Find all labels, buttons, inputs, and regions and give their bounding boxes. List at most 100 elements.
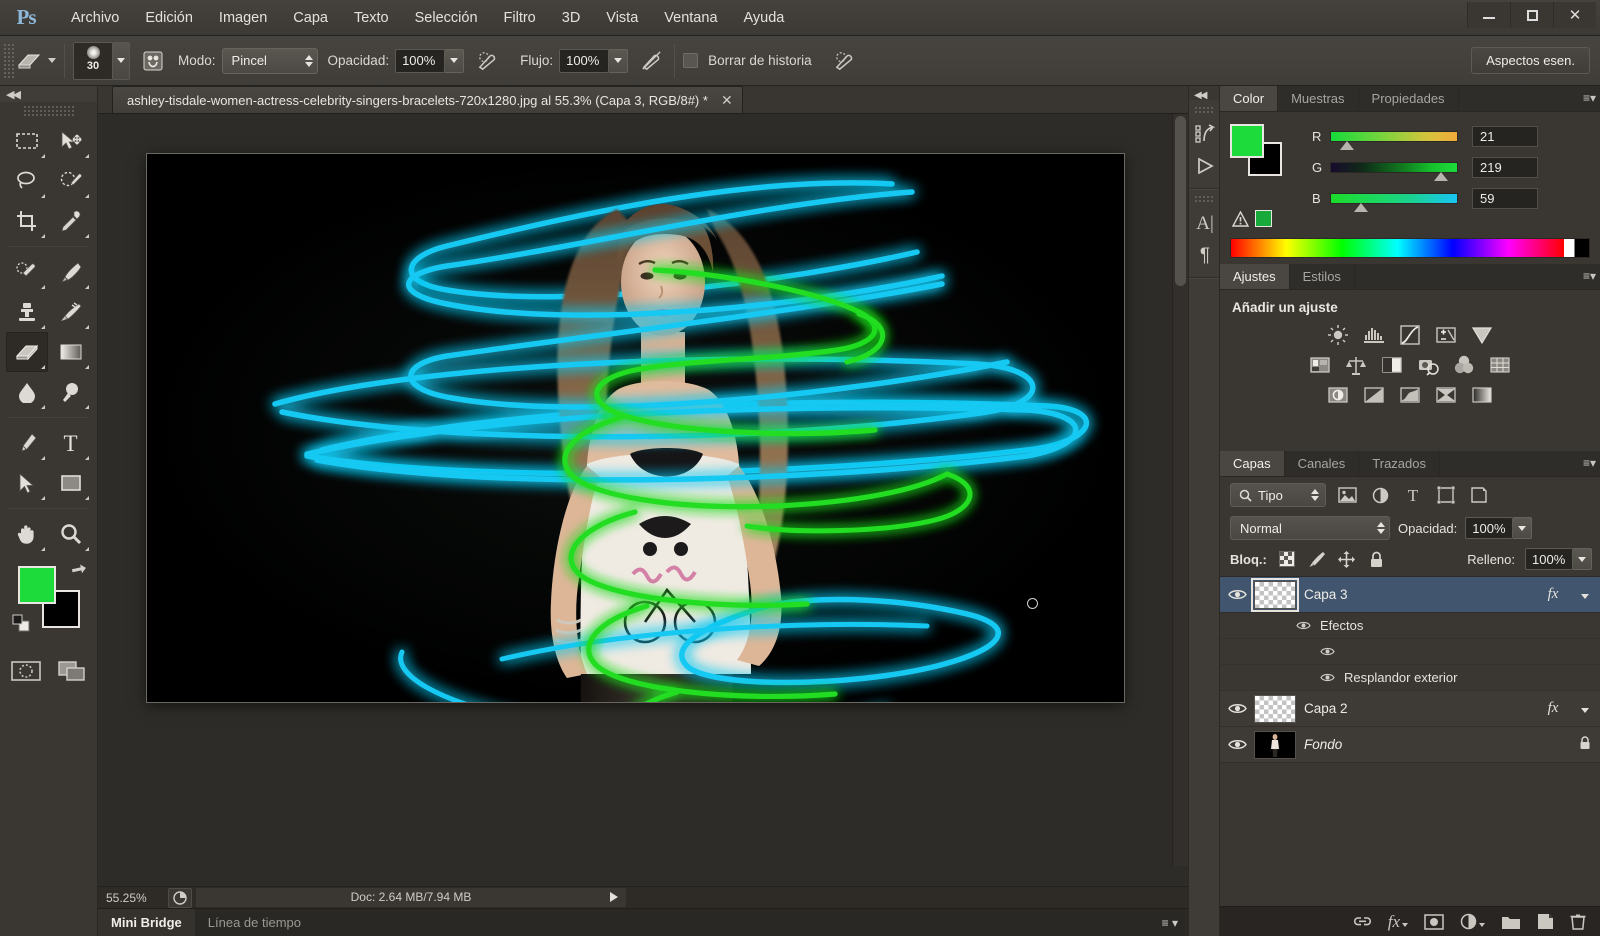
tools-collapse-header[interactable]: ◀◀ xyxy=(0,86,97,102)
quick-mask-icon[interactable] xyxy=(10,660,41,685)
gradient-map-icon[interactable] xyxy=(1469,383,1495,407)
brush-panel-icon[interactable] xyxy=(138,47,168,75)
threshold-icon[interactable] xyxy=(1397,383,1423,407)
dodge-tool[interactable] xyxy=(50,372,92,412)
tablet-pressure-icon[interactable] xyxy=(830,47,860,75)
channel-value-r[interactable]: 21 xyxy=(1472,126,1538,147)
maximize-button[interactable] xyxy=(1510,2,1553,28)
filter-pixel-icon[interactable] xyxy=(1335,484,1359,506)
eraser-icon[interactable] xyxy=(14,47,44,75)
brush-size-picker[interactable]: 30 xyxy=(73,41,130,80)
list-item[interactable] xyxy=(1220,639,1600,665)
opacity-control[interactable]: 100% xyxy=(395,48,465,73)
status-expand-icon[interactable] xyxy=(610,892,618,902)
tab-capas[interactable]: Capas xyxy=(1220,451,1285,476)
pen-tool[interactable] xyxy=(6,423,48,463)
quick-selection-tool[interactable] xyxy=(50,161,92,201)
invert-icon[interactable] xyxy=(1325,383,1351,407)
layer-expand-icon[interactable] xyxy=(1570,701,1600,716)
layer-name[interactable]: Capa 3 xyxy=(1304,587,1536,602)
tab-propiedades[interactable]: Propiedades xyxy=(1359,86,1459,111)
hand-tool[interactable] xyxy=(6,514,48,554)
tab-linea-de-tiempo[interactable]: Línea de tiempo xyxy=(195,909,314,936)
canvas-viewport[interactable] xyxy=(98,114,1172,866)
eraser-preset-arrow[interactable] xyxy=(48,58,56,63)
lasso-tool[interactable] xyxy=(6,161,48,201)
channel-slider-r[interactable] xyxy=(1330,131,1458,150)
pressure-opacity-icon[interactable] xyxy=(472,47,502,75)
menu-filtro[interactable]: Filtro xyxy=(491,5,549,31)
spot-healing-brush-tool[interactable] xyxy=(6,252,48,292)
zoom-tool[interactable] xyxy=(50,514,92,554)
tab-estilos[interactable]: Estilos xyxy=(1290,264,1355,289)
workspace-button[interactable]: Aspectos esen. xyxy=(1471,47,1590,74)
menu-vista[interactable]: Vista xyxy=(593,5,651,31)
channel-slider-b[interactable] xyxy=(1330,193,1458,212)
history-icon[interactable] xyxy=(1189,118,1221,150)
type-tool[interactable]: T xyxy=(50,423,92,463)
fill-value[interactable]: 100% xyxy=(1525,548,1573,570)
layer-expand-icon[interactable] xyxy=(1570,587,1600,602)
lock-image-icon[interactable] xyxy=(1307,549,1327,569)
menu-imagen[interactable]: Imagen xyxy=(206,5,280,31)
foreground-color-swatch[interactable] xyxy=(18,566,56,604)
rectangular-marquee-tool[interactable] xyxy=(6,121,48,161)
flow-control[interactable]: 100% xyxy=(559,48,629,73)
menu-texto[interactable]: Texto xyxy=(341,5,402,31)
menu-capa[interactable]: Capa xyxy=(280,5,341,31)
delete-layer-icon[interactable] xyxy=(1570,913,1586,930)
image-canvas[interactable] xyxy=(146,154,1124,702)
layer-style-fx-icon[interactable]: fx xyxy=(1388,912,1408,932)
layer-opacity-value[interactable]: 100% xyxy=(1465,517,1514,539)
new-group-icon[interactable] xyxy=(1501,914,1521,930)
layer-opacity-dropdown-icon[interactable] xyxy=(1513,517,1533,539)
tab-mini-bridge[interactable]: Mini Bridge xyxy=(98,908,195,936)
layer-style-fx-icon[interactable]: fx xyxy=(1536,700,1570,717)
paragraph-icon[interactable]: ¶ xyxy=(1189,239,1221,271)
filter-type-icon[interactable]: T xyxy=(1401,484,1425,506)
tab-muestras[interactable]: Muestras xyxy=(1278,86,1359,111)
tab-color[interactable]: Color xyxy=(1220,86,1279,111)
document-tab[interactable]: ashley-tisdale-women-actress-celebrity-s… xyxy=(112,86,743,113)
menu-archivo[interactable]: Archivo xyxy=(58,5,132,31)
opacity-dropdown-icon[interactable] xyxy=(445,48,465,73)
table-row[interactable]: Capa 2 fx xyxy=(1220,691,1600,727)
new-layer-icon[interactable] xyxy=(1537,913,1554,930)
tools-drag-grip[interactable] xyxy=(22,105,75,117)
layer-style-fx-icon[interactable]: fx xyxy=(1536,586,1570,603)
lock-transparency-icon[interactable] xyxy=(1277,549,1297,569)
filter-adjustment-icon[interactable] xyxy=(1368,484,1392,506)
close-icon[interactable]: ✕ xyxy=(721,93,733,107)
flow-dropdown-icon[interactable] xyxy=(609,48,629,73)
photo-filter-icon[interactable] xyxy=(1415,353,1441,377)
black-white-icon[interactable] xyxy=(1379,353,1405,377)
eyedropper-tool[interactable] xyxy=(50,201,92,241)
filter-smart-object-icon[interactable] xyxy=(1467,484,1491,506)
layer-thumbnail[interactable] xyxy=(1251,577,1299,612)
lock-position-icon[interactable] xyxy=(1337,549,1357,569)
menu-ventana[interactable]: Ventana xyxy=(651,5,730,31)
default-colors-icon[interactable] xyxy=(12,614,30,635)
brush-preset-dropdown[interactable] xyxy=(113,41,130,80)
list-item[interactable]: Resplandor exterior xyxy=(1220,665,1600,691)
screen-mode-icon[interactable] xyxy=(57,660,87,685)
table-row[interactable]: Fondo xyxy=(1220,727,1600,763)
exposure-icon[interactable] xyxy=(1433,323,1459,347)
brush-tool[interactable] xyxy=(50,252,92,292)
menu-edicion[interactable]: Edición xyxy=(132,5,206,31)
channel-value-g[interactable]: 219 xyxy=(1472,157,1538,178)
rail-grip-2[interactable] xyxy=(1194,195,1214,204)
actions-play-icon[interactable] xyxy=(1189,150,1221,182)
tab-ajustes[interactable]: Ajustes xyxy=(1220,264,1290,289)
add-layer-mask-icon[interactable] xyxy=(1424,913,1444,930)
rail-collapse-header[interactable]: ◀◀ xyxy=(1189,86,1219,101)
fill-dropdown-icon[interactable] xyxy=(1573,548,1592,570)
effect-visibility-icon[interactable] xyxy=(1316,646,1338,657)
clone-stamp-tool[interactable] xyxy=(6,292,48,332)
layer-visibility-icon[interactable] xyxy=(1220,738,1254,751)
close-button[interactable]: ✕ xyxy=(1553,2,1596,28)
history-brush-tool[interactable] xyxy=(50,292,92,332)
layer-name[interactable]: Fondo xyxy=(1304,737,1536,752)
scrollbar-thumb[interactable] xyxy=(1175,116,1186,286)
channel-value-b[interactable]: 59 xyxy=(1472,188,1538,209)
